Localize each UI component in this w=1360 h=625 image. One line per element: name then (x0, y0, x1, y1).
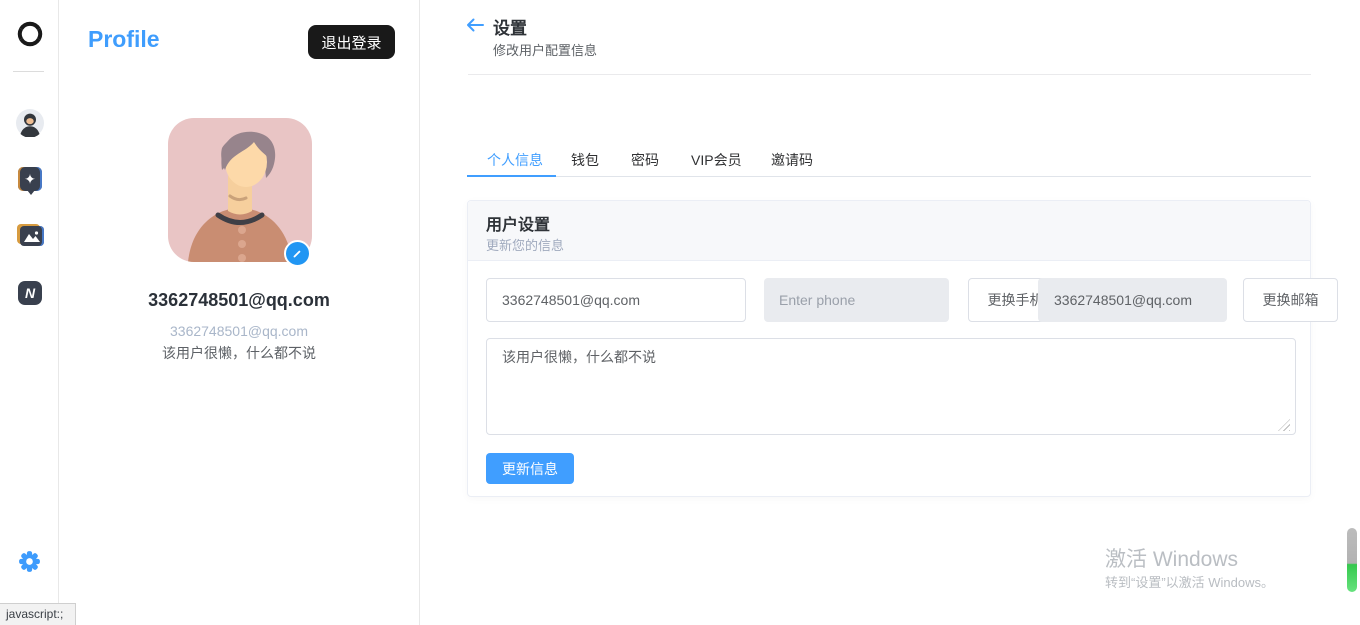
tabs-border (467, 176, 1311, 177)
tab-wallet[interactable]: 钱包 (571, 150, 599, 170)
profile-settings-page: ✦ N (0, 0, 1360, 625)
browser-status-text: javascript:; (0, 603, 76, 625)
profile-email-secondary: 3362748501@qq.com (59, 323, 419, 339)
email-readonly-field[interactable] (1038, 278, 1227, 322)
settings-gear-icon[interactable] (17, 549, 42, 574)
card-header: 用户设置 更新您的信息 (468, 201, 1310, 261)
phone-field[interactable] (764, 278, 949, 322)
n-logo-glyph: N (25, 285, 35, 301)
settings-subtitle: 修改用户配置信息 (493, 40, 597, 59)
back-arrow-icon[interactable] (466, 18, 484, 32)
chat-avatar-icon[interactable] (16, 109, 44, 137)
tab-invite-code[interactable]: 邀请码 (771, 150, 813, 170)
card-title: 用户设置 (486, 211, 550, 235)
tab-active-indicator (467, 175, 556, 177)
tab-personal-info[interactable]: 个人信息 (487, 150, 543, 170)
rail-divider (13, 71, 44, 72)
user-settings-card: 用户设置 更新您的信息 更换手机 更换邮箱 该用户很懒，什么都不说 更新信息 (467, 200, 1311, 497)
icon-rail: ✦ N (0, 0, 59, 625)
logout-button[interactable]: 退出登录 (308, 25, 395, 59)
scrollbar-thumb[interactable] (1347, 528, 1357, 592)
sparkle-badge-icon[interactable]: ✦ (16, 165, 44, 193)
bio-textarea[interactable]: 该用户很懒，什么都不说 (486, 338, 1296, 435)
change-email-button[interactable]: 更换邮箱 (1243, 278, 1338, 322)
tab-password[interactable]: 密码 (631, 150, 659, 170)
openai-logo-icon[interactable] (16, 20, 44, 48)
n-logo-icon[interactable]: N (16, 279, 44, 307)
windows-activation-watermark-line2: 转到“设置”以激活 Windows。 (1105, 572, 1274, 591)
tab-vip[interactable]: VIP会员 (691, 150, 742, 170)
profile-bio: 该用户很懒，什么都不说 (59, 343, 419, 363)
profile-email: 3362748501@qq.com (59, 290, 419, 311)
header-divider (468, 74, 1311, 75)
sparkle-glyph: ✦ (24, 171, 36, 188)
profile-title: Profile (88, 26, 160, 53)
windows-activation-watermark-line1: 激活 Windows (1105, 543, 1238, 573)
user-avatar[interactable] (168, 118, 312, 262)
email-field[interactable] (486, 278, 746, 322)
profile-panel: Profile 退出登录 336 (59, 0, 420, 625)
edit-avatar-icon[interactable] (284, 240, 311, 267)
settings-title: 设置 (493, 14, 527, 39)
gallery-icon[interactable] (16, 221, 44, 249)
update-info-button[interactable]: 更新信息 (486, 453, 574, 484)
card-subtitle: 更新您的信息 (486, 235, 564, 254)
